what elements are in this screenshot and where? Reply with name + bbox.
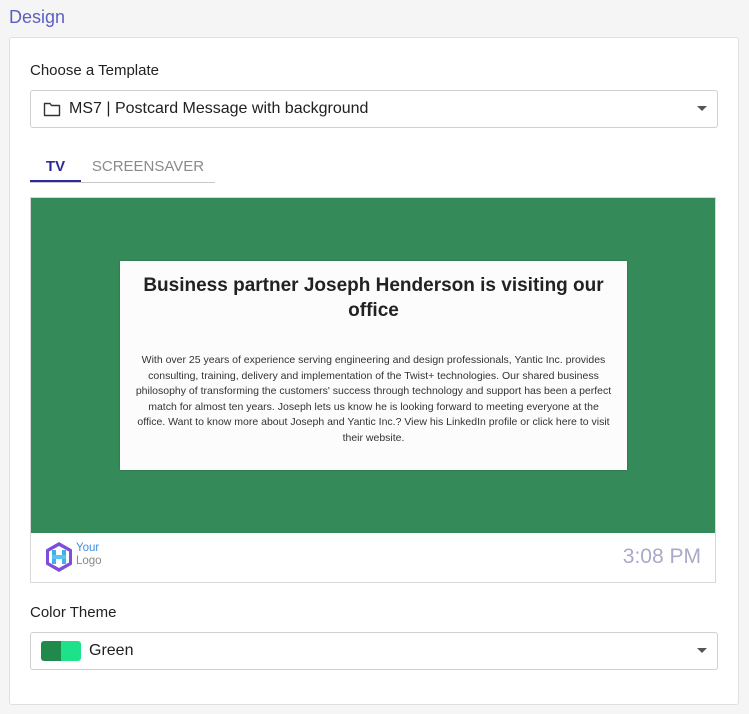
logo-text-line1: Your	[76, 542, 100, 554]
swatch-dark	[41, 641, 61, 661]
logo-text: Your Logo	[76, 542, 102, 568]
section-title: Design	[9, 7, 66, 27]
folder-icon	[43, 102, 61, 117]
postcard-body: With over 25 years of experience serving…	[135, 354, 612, 444]
chevron-down-icon[interactable]	[697, 106, 707, 111]
color-theme-value: Green	[89, 642, 134, 659]
template-select[interactable]: MS7 | Postcard Message with background	[30, 90, 718, 128]
color-theme-label: Color Theme	[30, 604, 117, 621]
tab-screensaver[interactable]: SCREENSAVER	[87, 152, 209, 181]
template-preview: Business partner Joseph Henderson is vis…	[30, 197, 716, 583]
template-select-value: MS7 | Postcard Message with background	[69, 100, 369, 117]
swatch-light	[61, 641, 81, 661]
template-label: Choose a Template	[30, 62, 159, 79]
clock: 3:08 PM	[622, 545, 701, 568]
logo-text-line2: Logo	[76, 555, 102, 567]
tab-tv[interactable]: TV	[30, 152, 81, 182]
design-card: Choose a Template MS7 | Postcard Message…	[9, 37, 739, 705]
color-theme-select[interactable]: Green	[30, 632, 718, 670]
chevron-down-icon[interactable]	[697, 648, 707, 653]
postcard: Business partner Joseph Henderson is vis…	[120, 261, 627, 470]
preview-tabs: TV SCREENSAVER	[30, 152, 215, 183]
color-swatch	[41, 641, 81, 661]
postcard-title: Business partner Joseph Henderson is vis…	[143, 275, 604, 321]
logo-icon	[46, 542, 72, 572]
